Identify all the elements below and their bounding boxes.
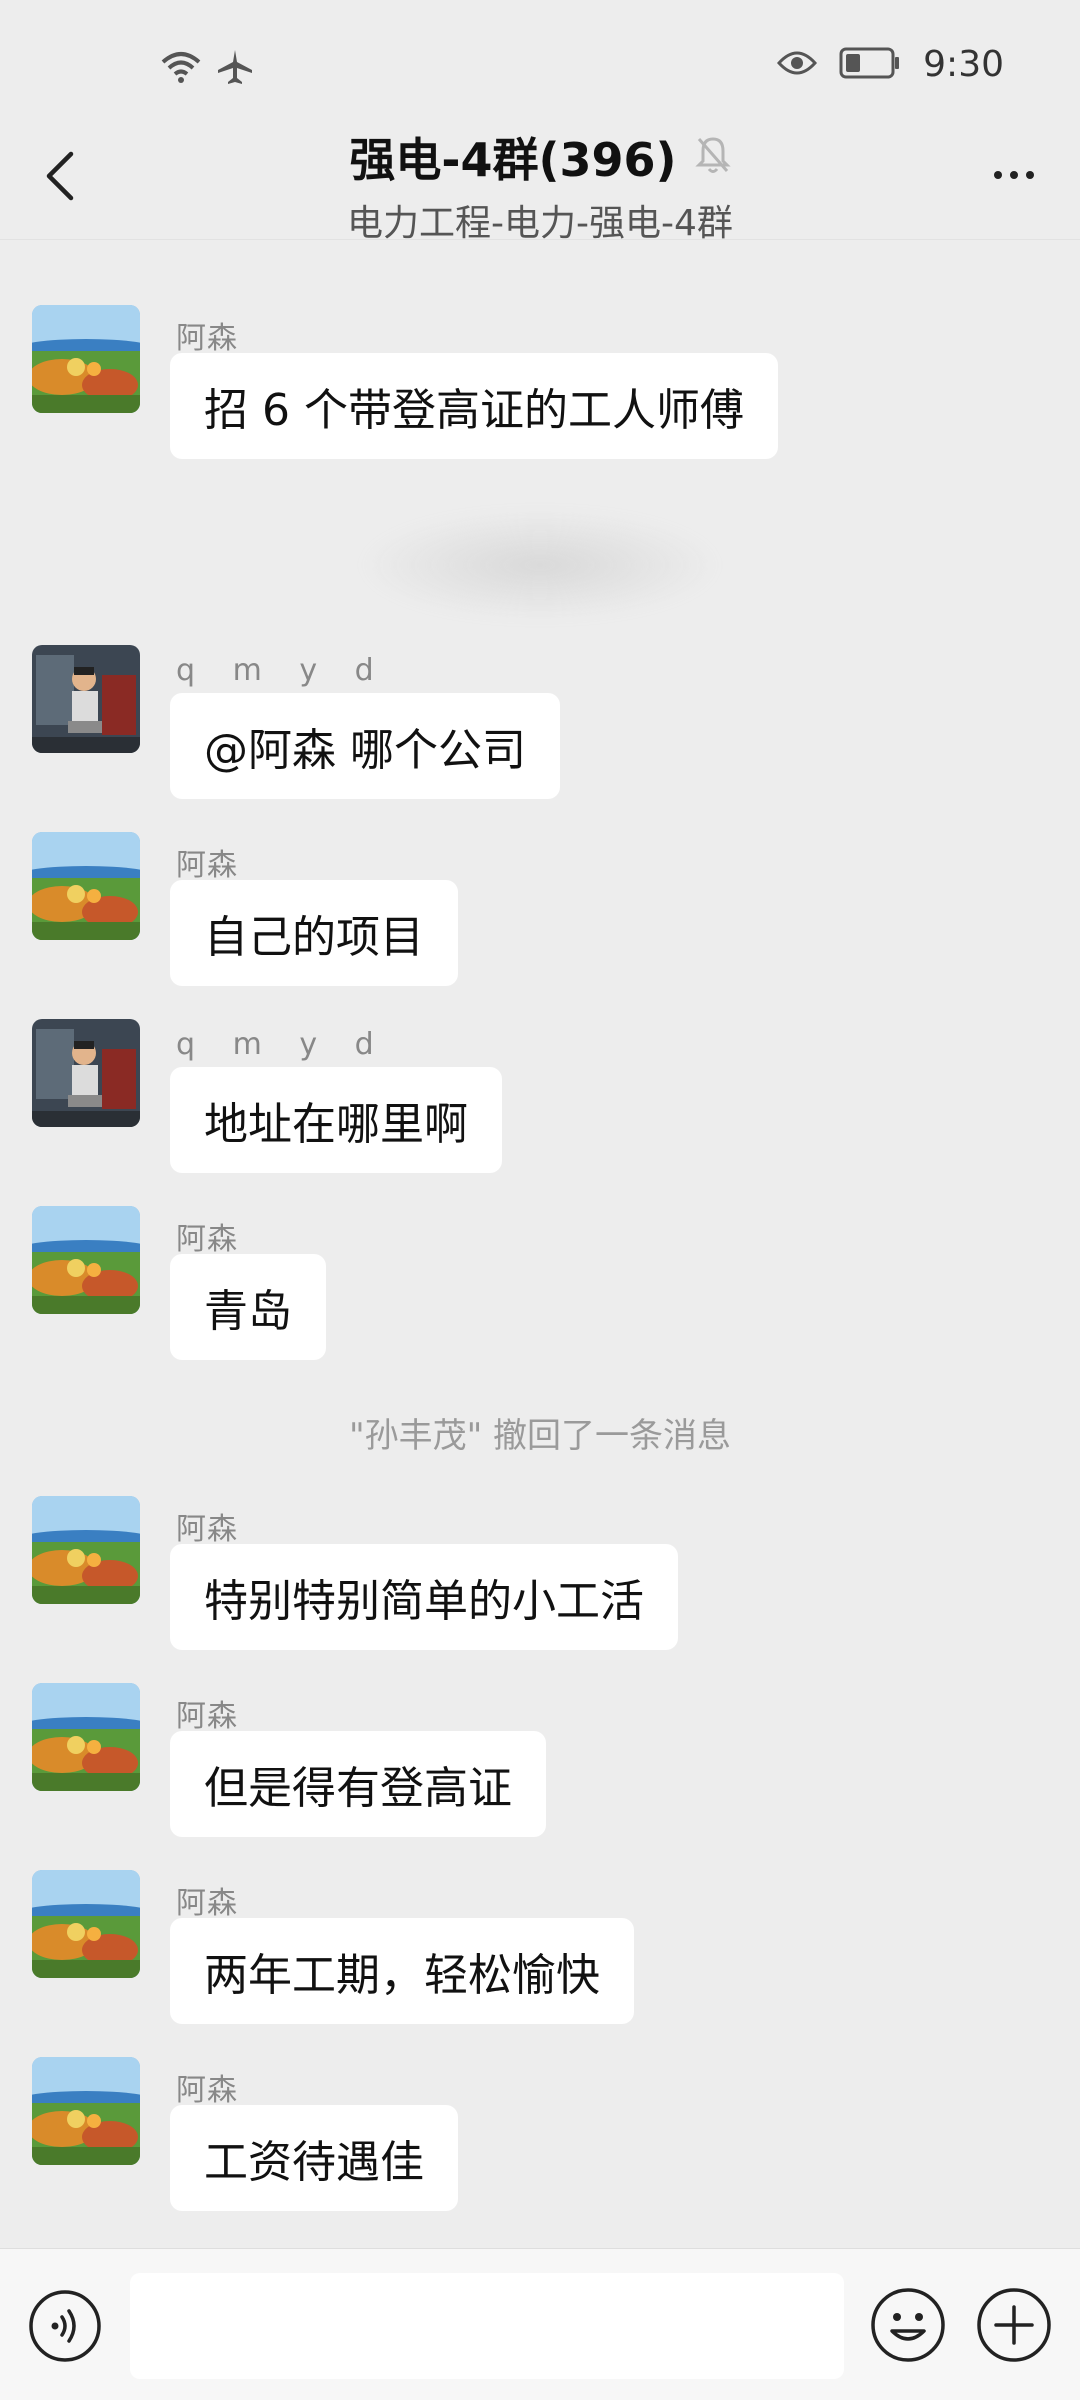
status-bar: 9:30: [0, 0, 1080, 130]
eye-icon: [777, 49, 818, 81]
avatar[interactable]: [32, 305, 140, 413]
message-bubble[interactable]: @阿森 哪个公司: [170, 693, 560, 799]
message-input[interactable]: [130, 2273, 844, 2379]
input-bar: [0, 2248, 1080, 2400]
emoji-button[interactable]: [870, 2287, 946, 2363]
sender-name: 阿森: [176, 1222, 238, 1257]
avatar[interactable]: [32, 1019, 140, 1127]
page-title: 强电-4群(396): [349, 133, 677, 187]
avatar[interactable]: [32, 1870, 140, 1978]
avatar[interactable]: [32, 1683, 140, 1791]
title-block: 强电-4群(396) 电力工程-电力-强电-4群: [0, 124, 1080, 246]
battery-icon: [839, 47, 901, 83]
message-bubble[interactable]: 特别特别简单的小工活: [170, 1544, 678, 1650]
more-icon: [994, 171, 1002, 179]
message-bubble[interactable]: 两年工期，轻松愉快: [170, 1918, 634, 2024]
avatar[interactable]: [32, 2057, 140, 2165]
sender-name: q m y d: [176, 1027, 388, 1062]
plus-button[interactable]: [976, 2287, 1052, 2363]
plus-icon: [977, 2288, 1051, 2362]
page-subtitle: 电力工程-电力-强电-4群: [347, 203, 733, 244]
message-bubble[interactable]: 但是得有登高证: [170, 1731, 546, 1837]
blurred-content: [360, 510, 720, 620]
sender-name: 阿森: [176, 321, 238, 356]
emoji-icon: [871, 2288, 945, 2362]
sender-name: 阿森: [176, 848, 238, 883]
message-bubble[interactable]: 地址在哪里啊: [170, 1067, 502, 1173]
sender-name: 阿森: [176, 2073, 238, 2108]
sender-name: q m y d: [176, 653, 388, 688]
message-bubble[interactable]: 青岛: [170, 1254, 326, 1360]
sender-name: 阿森: [176, 1512, 238, 1547]
message-bubble[interactable]: 自己的项目: [170, 880, 458, 986]
message-bubble[interactable]: 招 6 个带登高证的工人师傅: [170, 353, 778, 459]
sender-name: 阿森: [176, 1886, 238, 1921]
voice-icon: [29, 2290, 101, 2362]
status-left-icons: [160, 48, 254, 90]
wifi-icon: [160, 50, 202, 88]
status-right: 9:30: [777, 44, 1004, 85]
voice-button[interactable]: [28, 2289, 102, 2363]
sender-name: 阿森: [176, 1699, 238, 1734]
more-button[interactable]: [984, 160, 1044, 190]
airplane-icon: [216, 48, 254, 90]
avatar[interactable]: [32, 1206, 140, 1314]
recall-notice: "孙丰茂" 撤回了一条消息: [348, 1416, 732, 1456]
avatar[interactable]: [32, 1496, 140, 1604]
status-time: 9:30: [923, 44, 1004, 85]
mute-bell-icon: [694, 135, 731, 179]
avatar[interactable]: [32, 645, 140, 753]
avatar[interactable]: [32, 832, 140, 940]
chat-header: 强电-4群(396) 电力工程-电力-强电-4群: [0, 120, 1080, 244]
message-bubble[interactable]: 工资待遇佳: [170, 2105, 458, 2211]
